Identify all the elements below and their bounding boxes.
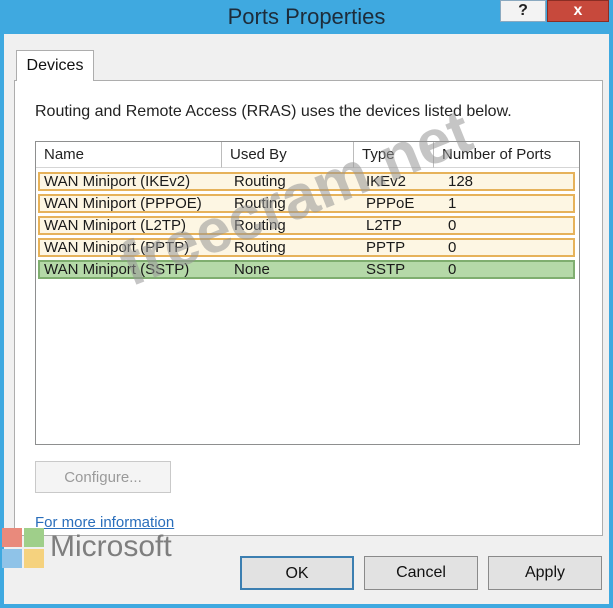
cell-name: WAN Miniport (IKEv2) [44, 173, 191, 190]
configure-button: Configure... [35, 461, 171, 493]
help-button[interactable]: ? [500, 0, 546, 22]
cell-used-by: None [234, 261, 270, 278]
more-info-link[interactable]: For more information [35, 514, 174, 531]
ok-button[interactable]: OK [240, 556, 354, 590]
cell-ports: 0 [448, 239, 457, 256]
microsoft-brand-text: Microsoft [50, 530, 172, 563]
close-button[interactable]: x [547, 0, 609, 22]
cell-type: PPTP [366, 239, 406, 256]
apply-button[interactable]: Apply [488, 556, 602, 590]
table-row[interactable]: WAN Miniport (SSTP) None SSTP 0 [38, 260, 575, 279]
tab-devices[interactable]: Devices [16, 50, 94, 81]
title-bar: Ports Properties ? x [0, 0, 613, 34]
devices-panel: Routing and Remote Access (RRAS) uses th… [14, 80, 603, 536]
cell-ports: 1 [448, 195, 457, 212]
cell-ports: 0 [448, 261, 457, 278]
cell-type: L2TP [366, 217, 402, 234]
column-header-name[interactable]: Name [36, 142, 222, 168]
microsoft-logo-icon [2, 528, 46, 570]
cell-ports: 128 [448, 173, 474, 190]
dialog-body: Devices Routing and Remote Access (RRAS)… [4, 34, 609, 604]
cell-type: SSTP [366, 261, 406, 278]
cell-ports: 0 [448, 217, 457, 234]
cancel-button[interactable]: Cancel [364, 556, 478, 590]
